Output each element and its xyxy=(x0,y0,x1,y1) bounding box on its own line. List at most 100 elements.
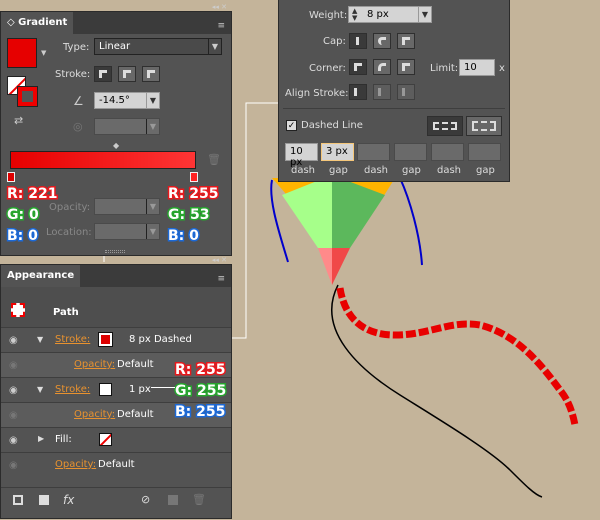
appearance-panel: Appearance ◂◂ ✕ ≡ Path ◉ ▼ Stroke: 8 px … xyxy=(0,256,232,519)
dashed-line-label: Dashed Line xyxy=(301,120,363,131)
trash-icon[interactable]: 🗑 xyxy=(207,153,221,166)
left-stop-b-value: B: 0 xyxy=(6,227,40,246)
appearance-row-opacity[interactable]: ◉ Opacity: Default xyxy=(1,452,231,477)
clear-appearance-icon[interactable]: ⊘ xyxy=(141,493,150,506)
left-stop-g-value: G: 0 xyxy=(6,206,41,225)
dash-label-3: dash xyxy=(437,165,462,176)
right-stop-b-value: B: 0 xyxy=(167,227,201,246)
gradient-slider[interactable] xyxy=(10,151,196,169)
fill-label[interactable]: Fill: xyxy=(55,434,72,445)
fill-stroke-icon[interactable] xyxy=(7,76,38,107)
right-stop-g-value: G: 53 xyxy=(166,206,210,225)
gap-label-1: gap xyxy=(329,165,348,176)
visibility-eye-icon[interactable]: ◉ xyxy=(9,335,23,346)
bevel-join-button[interactable] xyxy=(397,59,415,75)
opacity-label: Opacity: xyxy=(49,202,91,213)
stroke-value: 1 px xyxy=(129,384,151,395)
align-stroke-label: Align Stroke: xyxy=(285,88,349,99)
duplicate-icon[interactable] xyxy=(168,495,178,505)
type-select[interactable]: Linear ▼ xyxy=(94,38,222,55)
corner-label: Corner: xyxy=(309,63,346,74)
limit-input[interactable]: 10 xyxy=(459,59,495,76)
limit-unit: x xyxy=(499,63,505,74)
fill-none-swatch[interactable] xyxy=(99,433,112,446)
opacity-value: Default xyxy=(117,359,154,370)
round-join-button[interactable] xyxy=(373,59,391,75)
kite-pink-section xyxy=(318,248,332,285)
angle-input[interactable]: -14.5° ▼ xyxy=(94,92,160,109)
align-center-button[interactable] xyxy=(349,84,367,100)
opacity-label[interactable]: Opacity: xyxy=(55,459,96,470)
collapse-icon[interactable]: ◂◂ ✕ xyxy=(212,256,227,266)
visibility-eye-icon[interactable]: ◉ xyxy=(9,435,23,446)
add-stroke-icon[interactable] xyxy=(13,495,23,505)
stroke2-r-value: R: 255 xyxy=(173,361,227,380)
gradient-swatch[interactable] xyxy=(7,38,37,68)
stroke-within-button[interactable] xyxy=(94,66,112,82)
tab-appearance[interactable]: Appearance xyxy=(1,265,81,287)
gradient-tabbar: ◇ Gradient ◂◂ ✕ ≡ xyxy=(1,3,231,34)
dash-input-2[interactable] xyxy=(357,143,390,161)
gap-label-2: gap xyxy=(402,165,421,176)
stroke-value: 8 px Dashed xyxy=(129,334,192,345)
type-label: Type: xyxy=(63,42,90,53)
gradient-panel: ◇ Gradient ◂◂ ✕ ≡ ▼ Type: Linear ▼ Strok… xyxy=(0,3,232,256)
stroke-swatch-red[interactable] xyxy=(98,332,113,347)
opacity-label[interactable]: Opacity: xyxy=(74,359,115,370)
stroke2-b-value: B: 255 xyxy=(173,403,226,422)
round-cap-button[interactable] xyxy=(373,33,391,49)
chevron-down-icon: ▼ xyxy=(418,7,431,22)
swatch-dropdown-icon[interactable]: ▼ xyxy=(41,49,46,57)
dash-align-corners-button[interactable] xyxy=(466,116,502,136)
reverse-gradient-icon[interactable]: ⇄ xyxy=(14,114,23,127)
gap-input-1[interactable]: 3 px xyxy=(321,143,354,161)
callout-line-stroke2 xyxy=(151,387,175,388)
projecting-cap-button[interactable] xyxy=(397,33,415,49)
dash-exact-button[interactable] xyxy=(427,116,463,136)
angle-icon: ∠ xyxy=(73,94,84,108)
stroke-swatch-white[interactable] xyxy=(99,383,112,396)
miter-join-button[interactable] xyxy=(349,59,367,75)
panel-menu-icon[interactable]: ≡ xyxy=(217,274,225,284)
kite-red-section xyxy=(332,248,350,285)
kite-black-string xyxy=(331,284,543,498)
kite-right-blue-string xyxy=(399,177,423,266)
stroke-label[interactable]: Stroke: xyxy=(55,384,90,395)
right-stop-r-value: R: 255 xyxy=(166,185,220,204)
dash-input-3[interactable] xyxy=(431,143,464,161)
tab-gradient[interactable]: ◇ Gradient xyxy=(1,12,74,34)
expand-triangle-icon[interactable]: ▶ xyxy=(38,434,44,443)
fx-icon[interactable]: fx xyxy=(63,493,74,507)
appearance-row-stroke-dashed[interactable]: ◉ ▼ Stroke: 8 px Dashed xyxy=(1,327,231,352)
stroke-across-button[interactable] xyxy=(142,66,160,82)
gradient-stop-right[interactable] xyxy=(190,172,198,182)
gap-input-2[interactable] xyxy=(394,143,427,161)
stroke-along-button[interactable] xyxy=(118,66,136,82)
aspect-ratio-input: ▼ xyxy=(94,118,160,135)
weight-input[interactable]: ▲ ▼ 8 px ▼ xyxy=(348,6,432,23)
path-label: Path xyxy=(53,307,79,318)
divider xyxy=(283,108,505,109)
dashed-line-checkbox[interactable]: ✓ xyxy=(286,120,297,131)
resize-grip[interactable] xyxy=(105,250,125,253)
dash-input-1[interactable]: 10 px xyxy=(285,143,318,168)
butt-cap-button[interactable] xyxy=(349,33,367,49)
dash-label-1: dash xyxy=(291,165,316,176)
opacity-value: Default xyxy=(98,459,135,470)
midpoint-diamond-icon[interactable]: ◆ xyxy=(113,141,119,150)
opacity-label[interactable]: Opacity: xyxy=(74,409,115,420)
stroke-label[interactable]: Stroke: xyxy=(55,334,90,345)
panel-menu-icon[interactable]: ≡ xyxy=(217,21,225,31)
add-fill-icon[interactable] xyxy=(39,495,49,505)
appearance-row-fill[interactable]: ◉ ▶ Fill: xyxy=(1,427,231,452)
opacity-input: ▼ xyxy=(94,198,160,215)
stepper-icon[interactable]: ▲ ▼ xyxy=(352,8,357,22)
expand-triangle-icon[interactable]: ▼ xyxy=(37,335,43,344)
collapse-icon[interactable]: ◂◂ ✕ xyxy=(212,3,227,13)
gradient-stop-left[interactable] xyxy=(7,172,15,182)
expand-triangle-icon[interactable]: ▼ xyxy=(37,385,43,394)
trash-icon[interactable]: 🗑 xyxy=(192,493,206,506)
visibility-eye-icon: ◉ xyxy=(9,410,18,421)
visibility-eye-icon[interactable]: ◉ xyxy=(9,385,23,396)
gap-input-3[interactable] xyxy=(468,143,501,161)
